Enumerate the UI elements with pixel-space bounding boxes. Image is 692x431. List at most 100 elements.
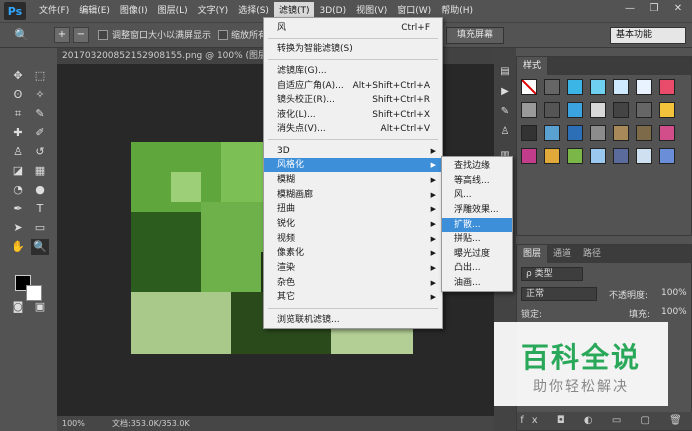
brush-panel-icon[interactable]: ✎ (497, 106, 513, 120)
style-swatch[interactable] (544, 148, 560, 164)
zoom-level[interactable]: 100% (62, 416, 85, 431)
style-swatch[interactable] (567, 148, 583, 164)
stylize-oil-paint[interactable]: 油画... (442, 276, 512, 290)
filter-gallery[interactable]: 滤镜库(G)... (264, 64, 442, 78)
opacity-value[interactable]: 100% (661, 288, 687, 298)
style-swatch[interactable] (521, 148, 537, 164)
filter-browse-online[interactable]: 浏览联机滤镜... (264, 313, 442, 327)
filter-video[interactable]: 视频 ▶ (264, 232, 442, 246)
menu-layer[interactable]: 图层(L) (153, 2, 193, 20)
style-swatch[interactable] (544, 79, 560, 95)
shape-tool-icon[interactable]: ▭ (31, 220, 49, 236)
marquee-tool-icon[interactable]: ⬚ (31, 68, 49, 84)
minimize-button[interactable]: — (618, 1, 642, 17)
zoom-all-checkbox[interactable] (218, 30, 228, 40)
style-swatch[interactable] (521, 102, 537, 118)
history-brush-icon[interactable]: ↺ (31, 144, 49, 160)
filter-vanishing-point[interactable]: 消失点(V)... Alt+Ctrl+V (264, 122, 442, 136)
style-swatch[interactable] (636, 148, 652, 164)
dodge-tool-icon[interactable]: ● (31, 182, 49, 198)
move-tool-icon[interactable]: ✥ (9, 68, 27, 84)
style-swatch[interactable] (590, 79, 606, 95)
stylize-extrude[interactable]: 凸出... (442, 261, 512, 275)
magic-wand-icon[interactable]: ✧ (31, 87, 49, 103)
tab-channels[interactable]: 通道 (547, 245, 577, 263)
filter-lens-correction[interactable]: 镜头校正(R)... Shift+Ctrl+R (264, 93, 442, 107)
menu-type[interactable]: 文字(Y) (193, 2, 234, 20)
close-button[interactable]: ✕ (666, 1, 690, 17)
blend-mode-select[interactable]: 正常 (521, 287, 597, 301)
layer-kind-filter[interactable]: ρ 类型 (521, 267, 583, 281)
stylize-emboss[interactable]: 浮雕效果... (442, 203, 512, 217)
stylize-diffuse[interactable]: 扩散... (442, 218, 512, 232)
crop-tool-icon[interactable]: ⌗ (9, 106, 27, 122)
style-swatch[interactable] (659, 102, 675, 118)
zoom-out-button[interactable]: − (73, 27, 89, 43)
style-swatch[interactable] (613, 125, 629, 141)
style-swatch[interactable] (590, 102, 606, 118)
resize-window-checkbox[interactable] (98, 30, 108, 40)
type-tool-icon[interactable]: T (31, 201, 49, 217)
stylize-trace-contour[interactable]: 等高线... (442, 174, 512, 188)
fill-screen-button[interactable]: 填充屏幕 (446, 27, 504, 44)
menu-edit[interactable]: 编辑(E) (74, 2, 115, 20)
zoom-tool-icon[interactable]: 🔍 (31, 239, 49, 255)
tab-layers[interactable]: 图层 (517, 245, 548, 263)
restore-button[interactable]: ❐ (642, 1, 666, 17)
filter-last-wind[interactable]: 风 Ctrl+F (264, 21, 442, 35)
style-swatch[interactable] (544, 102, 560, 118)
path-selection-icon[interactable]: ➤ (9, 220, 27, 236)
stylize-tiles[interactable]: 拼贴... (442, 232, 512, 246)
filter-distort[interactable]: 扭曲 ▶ (264, 202, 442, 216)
style-swatch[interactable] (590, 125, 606, 141)
clone-source-icon[interactable]: ♙ (497, 126, 513, 140)
filter-blur[interactable]: 模糊 ▶ (264, 173, 442, 187)
style-swatch[interactable] (521, 125, 537, 141)
style-swatch[interactable] (636, 125, 652, 141)
style-swatch[interactable] (636, 79, 652, 95)
eyedropper-icon[interactable]: ✎ (31, 106, 49, 122)
style-swatch[interactable] (659, 125, 675, 141)
hand-tool-icon[interactable]: ✋ (9, 239, 27, 255)
quick-mask-icon[interactable]: ◙ (9, 299, 27, 315)
screen-mode-icon[interactable]: ▣ (31, 299, 49, 315)
stylize-wind[interactable]: 风... (442, 188, 512, 202)
zoom-in-button[interactable]: + (54, 27, 70, 43)
filter-adaptive-wide-angle[interactable]: 自适应广角(A)... Alt+Shift+Ctrl+A (264, 79, 442, 93)
gradient-icon[interactable]: ▦ (31, 163, 49, 179)
blur-tool-icon[interactable]: ◔ (9, 182, 27, 198)
filter-blur-gallery[interactable]: 模糊画廊 ▶ (264, 188, 442, 202)
style-swatch[interactable] (567, 102, 583, 118)
style-swatch[interactable] (659, 148, 675, 164)
filter-3d[interactable]: 3D ▶ (264, 144, 442, 158)
zoom-tool-icon[interactable]: 🔍 (14, 28, 29, 42)
filter-pixelate[interactable]: 像素化 ▶ (264, 246, 442, 260)
filter-render[interactable]: 渲染 ▶ (264, 261, 442, 275)
clone-stamp-icon[interactable]: ♙ (9, 144, 27, 160)
history-icon[interactable]: ▤ (497, 66, 513, 80)
menu-file[interactable]: 文件(F) (34, 2, 74, 20)
style-swatch[interactable] (636, 102, 652, 118)
brush-tool-icon[interactable]: ✐ (31, 125, 49, 141)
stylize-solarize[interactable]: 曝光过度 (442, 247, 512, 261)
filter-stylize[interactable]: 风格化 ▶ (264, 158, 442, 172)
filter-sharpen[interactable]: 锐化 ▶ (264, 217, 442, 231)
style-swatch[interactable] (613, 79, 629, 95)
style-swatch[interactable] (567, 79, 583, 95)
style-swatch[interactable] (613, 102, 629, 118)
actions-play-icon[interactable]: ▶ (497, 86, 513, 100)
style-swatch[interactable] (659, 79, 675, 95)
lasso-tool-icon[interactable]: ʘ (9, 87, 27, 103)
style-none-swatch[interactable] (521, 79, 537, 95)
filter-noise[interactable]: 杂色 ▶ (264, 276, 442, 290)
filter-liquify[interactable]: 液化(L)... Shift+Ctrl+X (264, 108, 442, 122)
fill-value[interactable]: 100% (661, 307, 687, 317)
layer-actions-bar[interactable]: fx ◘ ◐ ▭ ▢ 🗑 (517, 412, 692, 430)
filter-other[interactable]: 其它 ▶ (264, 290, 442, 304)
stylize-find-edges[interactable]: 查找边缘 (442, 159, 512, 173)
tab-styles[interactable]: 样式 (517, 57, 548, 75)
style-swatch[interactable] (590, 148, 606, 164)
healing-brush-icon[interactable]: ✚ (9, 125, 27, 141)
tab-paths[interactable]: 路径 (577, 245, 607, 263)
background-color[interactable] (26, 285, 42, 301)
